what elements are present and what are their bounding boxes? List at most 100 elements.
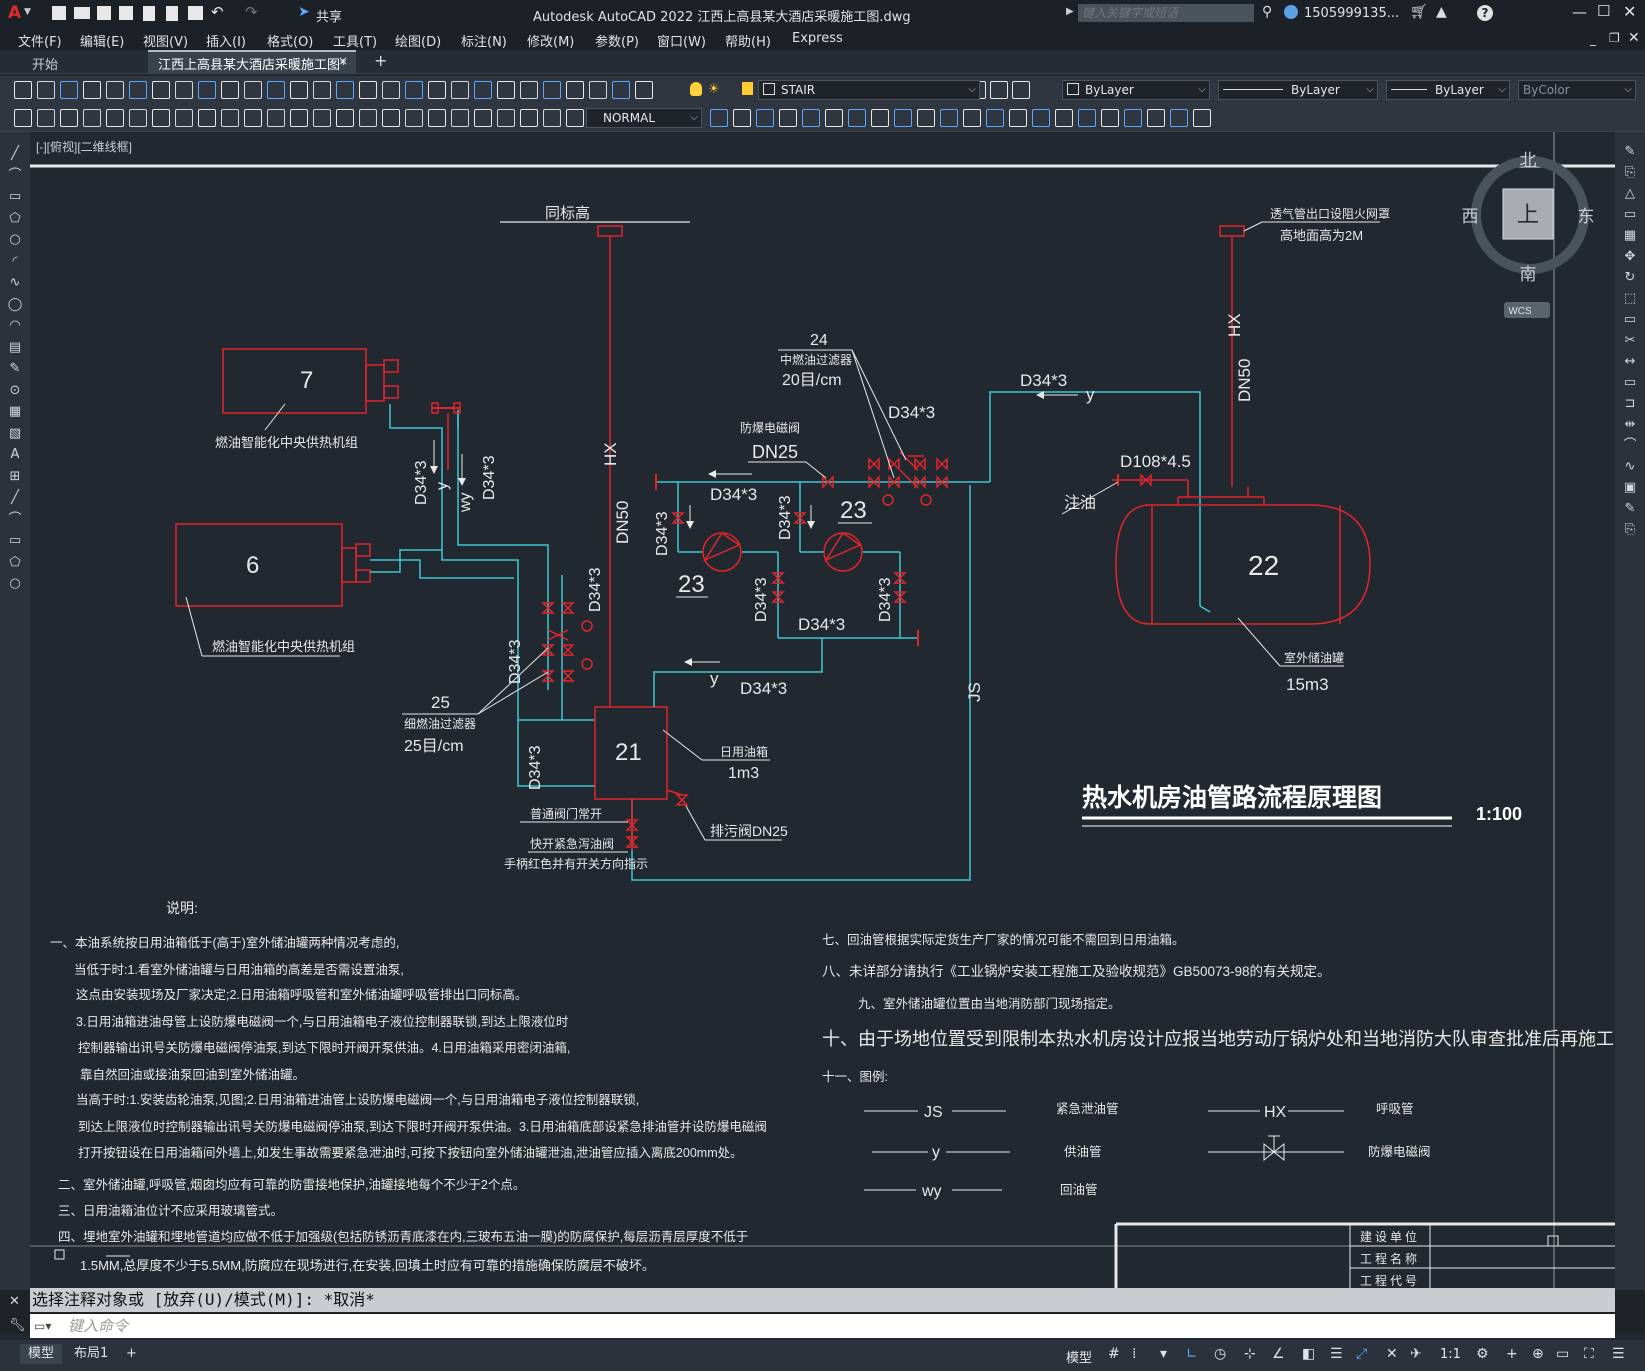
standard-tool-7-icon[interactable]: [152, 81, 170, 99]
dimension-tool-11-icon[interactable]: [244, 109, 262, 127]
modify-tool-9-icon[interactable]: ▭: [1622, 312, 1638, 328]
standard-tool-23-icon[interactable]: [520, 81, 538, 99]
share-icon[interactable]: ➤: [298, 4, 310, 20]
menu-edit[interactable]: 编辑(E): [80, 31, 124, 50]
open-file-icon[interactable]: [74, 7, 90, 19]
draw-tool-19-icon[interactable]: ▭: [7, 533, 23, 549]
standard-tool-28-icon[interactable]: [635, 81, 653, 99]
dimension-tool-7-icon[interactable]: [152, 109, 170, 127]
text-style-dropdown[interactable]: NORMAL ⌵: [586, 108, 702, 128]
modify-tool-2-icon[interactable]: ⎘: [1622, 165, 1638, 181]
search-input[interactable]: [1078, 4, 1254, 22]
autodesk-app-icon[interactable]: ▲: [1436, 4, 1447, 20]
modify-tool-18-icon[interactable]: ✎: [1622, 501, 1638, 517]
status-toggle-2-icon[interactable]: ⁞: [1132, 1346, 1136, 1362]
status-toggle-14-icon[interactable]: +: [1506, 1346, 1518, 1362]
dimension-tool-9-icon[interactable]: [198, 109, 216, 127]
tab-model[interactable]: 模型: [20, 1344, 63, 1364]
standard-tool-17-icon[interactable]: [382, 81, 400, 99]
doc-close-button[interactable]: ✕: [1628, 30, 1640, 46]
publish-icon[interactable]: [143, 6, 155, 21]
dimension-tool-3-icon[interactable]: [60, 109, 78, 127]
command-prompt-icon[interactable]: ▭▾: [34, 1314, 51, 1338]
draw-tool-3-icon[interactable]: ▭: [7, 189, 23, 205]
dimension-tool-21-icon[interactable]: [474, 109, 492, 127]
dimension-tool-17-icon[interactable]: [382, 109, 400, 127]
standard-tool-10-icon[interactable]: [221, 81, 239, 99]
standard-tool-18-icon[interactable]: [405, 81, 423, 99]
modify-tool-20-icon[interactable]: [1147, 109, 1165, 127]
menu-draw[interactable]: 绘图(D): [395, 31, 441, 50]
standard-tool-24-icon[interactable]: [543, 81, 561, 99]
viewcube-north[interactable]: 北: [1520, 151, 1537, 170]
new-tab-button[interactable]: +: [374, 51, 387, 70]
modify-tool-15-icon[interactable]: [1032, 109, 1050, 127]
color-dropdown[interactable]: ByLayer ⌵: [1062, 80, 1210, 100]
modify-tool-18-icon[interactable]: [1101, 109, 1119, 127]
standard-tool-16-icon[interactable]: [359, 81, 377, 99]
add-layout-button[interactable]: +: [118, 1344, 145, 1364]
dimension-tool-6-icon[interactable]: [129, 109, 147, 127]
command-close-icon[interactable]: ✕: [9, 1294, 20, 1309]
modify-tool-2-icon[interactable]: [733, 109, 751, 127]
modify-tool-13-icon[interactable]: ⊐: [1622, 396, 1638, 412]
help-button[interactable]: ?: [1477, 5, 1493, 21]
cart-icon[interactable]: 🛒︎: [1410, 4, 1428, 20]
modify-tool-15-icon[interactable]: ⌒: [1622, 438, 1638, 454]
draw-tool-4-icon[interactable]: ⬠: [7, 211, 23, 227]
draw-tool-2-icon[interactable]: ⌒: [7, 168, 23, 184]
plotstyle-dropdown[interactable]: ByColor ⌵: [1518, 80, 1636, 100]
viewcube-west[interactable]: 西: [1462, 207, 1479, 226]
status-toggle-5-icon[interactable]: ◷: [1214, 1346, 1226, 1362]
modify-tool-1-icon[interactable]: ✎: [1622, 144, 1638, 160]
share-button[interactable]: 共享: [316, 6, 342, 25]
dimension-tool-13-icon[interactable]: [290, 109, 308, 127]
menu-format[interactable]: 格式(O): [267, 31, 313, 50]
menu-window[interactable]: 窗口(W): [657, 31, 706, 50]
user-account-button[interactable]: 1505999135...: [1304, 6, 1399, 21]
draw-tool-8-icon[interactable]: ◯: [7, 297, 23, 313]
modify-tool-3-icon[interactable]: △: [1622, 186, 1638, 202]
annotation-scale[interactable]: 1:1: [1440, 1347, 1461, 1362]
standard-tool-2-icon[interactable]: [37, 81, 55, 99]
modify-tool-22-icon[interactable]: [1193, 109, 1211, 127]
draw-tool-12-icon[interactable]: ⊙: [7, 383, 23, 399]
modify-tool-4-icon[interactable]: ▭: [1622, 207, 1638, 223]
modify-tool-5-icon[interactable]: ▦: [1622, 228, 1638, 244]
app-menu-button[interactable]: A: [8, 3, 21, 23]
modify-tool-6-icon[interactable]: ✥: [1622, 249, 1638, 265]
dimension-tool-19-icon[interactable]: [428, 109, 446, 127]
status-toggle-1-icon[interactable]: #: [1108, 1346, 1120, 1362]
model-space-button[interactable]: 模型: [1066, 1347, 1092, 1366]
status-toggle-17-icon[interactable]: ⛶: [1584, 1346, 1594, 1362]
standard-tool-14-icon[interactable]: [313, 81, 331, 99]
lineweight-dropdown[interactable]: ByLayer ⌵: [1386, 80, 1510, 100]
draw-tool-14-icon[interactable]: ▧: [7, 426, 23, 442]
draw-tool-10-icon[interactable]: ▤: [7, 340, 23, 356]
standard-tool-15-icon[interactable]: [336, 81, 354, 99]
status-toggle-15-icon[interactable]: ⊕: [1532, 1346, 1544, 1362]
standard-tool-11-icon[interactable]: [244, 81, 262, 99]
status-toggle-4-icon[interactable]: ∟: [1186, 1346, 1198, 1362]
draw-tool-1-icon[interactable]: ╱: [7, 146, 23, 162]
modify-tool-4-icon[interactable]: [779, 109, 797, 127]
modify-tool-7-icon[interactable]: ↻: [1622, 270, 1638, 286]
modify-tool-7-icon[interactable]: [848, 109, 866, 127]
viewcube-east[interactable]: 东: [1578, 207, 1595, 226]
minimize-button[interactable]: —: [1572, 3, 1587, 21]
modify-tool-21-icon[interactable]: [1170, 109, 1188, 127]
standard-tool-3-icon[interactable]: [60, 81, 78, 99]
command-input[interactable]: ▭▾ 键入命令: [30, 1314, 1615, 1338]
menu-modify[interactable]: 修改(M): [527, 31, 574, 50]
dimension-tool-24-icon[interactable]: [543, 109, 561, 127]
standard-tool-19-icon[interactable]: [428, 81, 446, 99]
draw-tool-9-icon[interactable]: ◠: [7, 318, 23, 334]
modify-tool-12-icon[interactable]: ▭: [1622, 375, 1638, 391]
linetype-dropdown[interactable]: ByLayer ⌵: [1218, 80, 1378, 100]
modify-tool-1-icon[interactable]: [710, 109, 728, 127]
plot-preview-icon[interactable]: [166, 6, 178, 21]
modify-tool-8-icon[interactable]: [871, 109, 889, 127]
modify-tool-12-icon[interactable]: [963, 109, 981, 127]
standard-tool-9-icon[interactable]: [198, 81, 216, 99]
dimension-tool-4-icon[interactable]: [83, 109, 101, 127]
